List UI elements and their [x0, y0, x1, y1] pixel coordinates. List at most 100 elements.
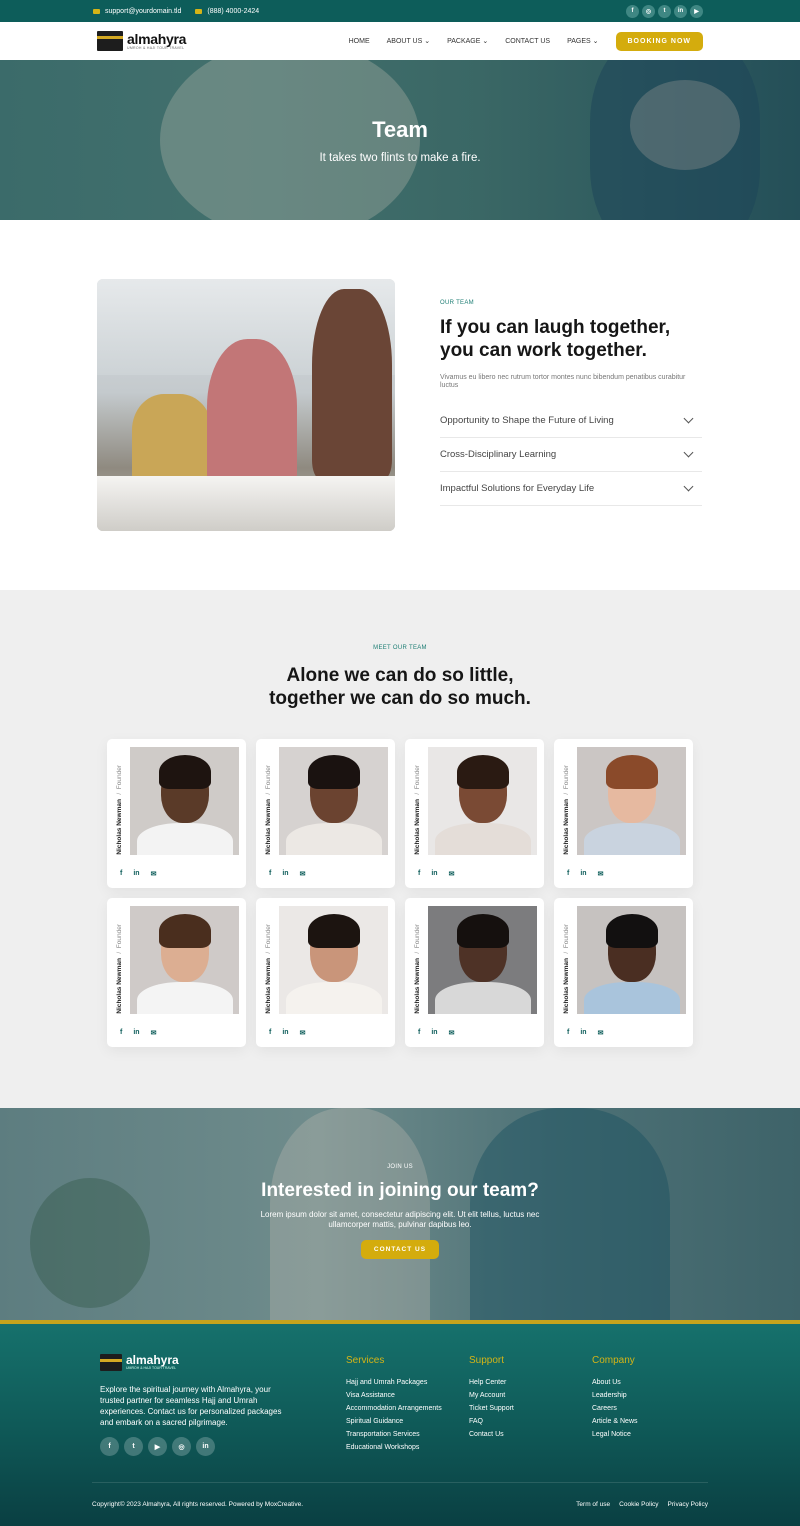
member-caption: Nicholas Newman / Founder [563, 906, 573, 1014]
legal-links: Term of use Cookie Policy Privacy Policy [576, 1501, 708, 1508]
office-team-photo [97, 279, 395, 531]
member-social: f in ✉ [567, 870, 603, 878]
twitter-icon[interactable]: t [658, 4, 671, 18]
contact-us-button[interactable]: CONTACT US [360, 1240, 440, 1259]
footer-link[interactable]: Legal Notice [592, 1428, 638, 1441]
footer-link[interactable]: Visa Assistance [346, 1389, 442, 1402]
member-caption: Nicholas Newman / Founder [414, 747, 424, 855]
member-role: Founder [563, 765, 570, 790]
section-description: Vivamus eu libero nec rutrum tortor mont… [440, 374, 686, 389]
page-hero: Team It takes two flints to make a fire. [0, 60, 800, 220]
footer-col-services: Services Hajj and Umrah Packages Visa Ass… [346, 1355, 442, 1454]
nav-pages[interactable]: PAGES [567, 37, 598, 45]
member-name: Nicholas Newman [414, 958, 421, 1014]
linkedin-icon[interactable]: in [580, 1029, 586, 1037]
email-icon[interactable]: ✉ [151, 1029, 157, 1037]
footer-link[interactable]: Hajj and Umrah Packages [346, 1376, 442, 1389]
member-name: Nicholas Newman [265, 799, 272, 855]
photo-person [207, 339, 297, 489]
twitter-icon[interactable]: t [124, 1437, 143, 1456]
facebook-icon[interactable]: f [567, 870, 569, 878]
facebook-icon[interactable]: f [418, 1029, 420, 1037]
nav-home[interactable]: HOME [349, 38, 370, 45]
linkedin-icon[interactable]: in [282, 870, 288, 878]
facebook-icon[interactable]: f [120, 1029, 122, 1037]
facebook-icon[interactable]: f [100, 1437, 119, 1456]
linkedin-icon[interactable]: in [431, 1029, 437, 1037]
cookie-policy-link[interactable]: Cookie Policy [619, 1501, 658, 1508]
footer-link[interactable]: Contact Us [469, 1428, 514, 1441]
accordion-item[interactable]: Impactful Solutions for Everyday Life [440, 472, 702, 506]
linkedin-icon[interactable]: in [431, 870, 437, 878]
member-caption: Nicholas Newman / Founder [116, 906, 126, 1014]
footer-link[interactable]: FAQ [469, 1415, 514, 1428]
footer-link[interactable]: Leadership [592, 1389, 638, 1402]
linkedin-icon[interactable]: in [133, 870, 139, 878]
accordion-item[interactable]: Cross-Disciplinary Learning [440, 438, 702, 472]
footer-link[interactable]: Spiritual Guidance [346, 1415, 442, 1428]
join-heading: Interested in joining our team? [261, 1180, 539, 1201]
nav-package[interactable]: PACKAGE [447, 37, 488, 45]
terms-link[interactable]: Term of use [576, 1501, 610, 1508]
chevron-down-icon [683, 413, 694, 424]
linkedin-icon[interactable]: in [196, 1437, 215, 1456]
footer-col-title: Services [346, 1355, 385, 1366]
nav-contact-us[interactable]: CONTACT US [505, 38, 550, 45]
footer-link[interactable]: Help Center [469, 1376, 514, 1389]
member-caption: Nicholas Newman / Founder [265, 747, 275, 855]
footer-link[interactable]: Article & News [592, 1415, 638, 1428]
footer-link[interactable]: Transportation Services [346, 1428, 442, 1441]
facebook-icon[interactable]: f [269, 1029, 271, 1037]
photo-shoulders [583, 982, 680, 1014]
member-name: Nicholas Newman [116, 958, 123, 1014]
email-icon[interactable]: ✉ [598, 1029, 604, 1037]
member-social: f in ✉ [567, 1029, 603, 1037]
footer-link[interactable]: Accommodation Arrangements [346, 1402, 442, 1415]
phone-contact[interactable]: (888) 4000-2424 [195, 8, 259, 15]
member-photo [279, 747, 388, 855]
heading-line: together we can do so much. [269, 688, 531, 709]
meet-our-team-section: MEET OUR TEAM Alone we can do so little,… [0, 590, 800, 1108]
member-name: Nicholas Newman [265, 958, 272, 1014]
footer-col-support: Support Help Center My Account Ticket Supp… [469, 1355, 514, 1441]
site-logo[interactable]: almahyra UMROH & HAJI TOUR TRAVEL [97, 31, 186, 51]
member-photo [130, 906, 239, 1014]
linkedin-icon[interactable]: in [674, 4, 687, 18]
member-photo [279, 906, 388, 1014]
photo-shoulders [285, 982, 382, 1014]
privacy-policy-link[interactable]: Privacy Policy [668, 1501, 708, 1508]
footer-link[interactable]: Careers [592, 1402, 638, 1415]
email-icon[interactable]: ✉ [300, 870, 306, 878]
section-eyebrow: MEET OUR TEAM [373, 645, 427, 651]
facebook-icon[interactable]: f [626, 4, 639, 18]
instagram-icon[interactable]: ◎ [172, 1437, 191, 1456]
linkedin-icon[interactable]: in [282, 1029, 288, 1037]
email-icon[interactable]: ✉ [449, 870, 455, 878]
facebook-icon[interactable]: f [567, 1029, 569, 1037]
footer-logo[interactable]: almahyra UMROH & HAJI TOUR TRAVEL [100, 1354, 179, 1371]
booking-now-button[interactable]: BOOKING NOW [615, 31, 703, 51]
phone-text: (888) 4000-2424 [207, 7, 260, 15]
email-contact[interactable]: support@yourdomain.tld [93, 8, 181, 15]
email-icon[interactable]: ✉ [300, 1029, 306, 1037]
linkedin-icon[interactable]: in [133, 1029, 139, 1037]
linkedin-icon[interactable]: in [580, 870, 586, 878]
footer-link[interactable]: About Us [592, 1376, 638, 1389]
footer-col-company: Company About Us Leadership Careers Article… [592, 1355, 638, 1441]
youtube-icon[interactable]: ▶ [148, 1437, 167, 1456]
facebook-icon[interactable]: f [418, 870, 420, 878]
instagram-icon[interactable]: ◎ [642, 4, 655, 18]
facebook-icon[interactable]: f [269, 870, 271, 878]
facebook-icon[interactable]: f [120, 870, 122, 878]
footer-link[interactable]: My Account [469, 1389, 514, 1402]
email-icon[interactable]: ✉ [151, 870, 157, 878]
footer-link[interactable]: Educational Workshops [346, 1441, 442, 1454]
phone-icon [195, 8, 203, 14]
nav-about-us[interactable]: ABOUT US [387, 37, 430, 45]
email-icon[interactable]: ✉ [449, 1029, 455, 1037]
email-icon[interactable]: ✉ [598, 870, 604, 878]
accordion-item[interactable]: Opportunity to Shape the Future of Livin… [440, 404, 702, 438]
youtube-icon[interactable]: ▶ [690, 4, 703, 18]
footer-link[interactable]: Ticket Support [469, 1402, 514, 1415]
member-social: f in ✉ [269, 870, 305, 878]
